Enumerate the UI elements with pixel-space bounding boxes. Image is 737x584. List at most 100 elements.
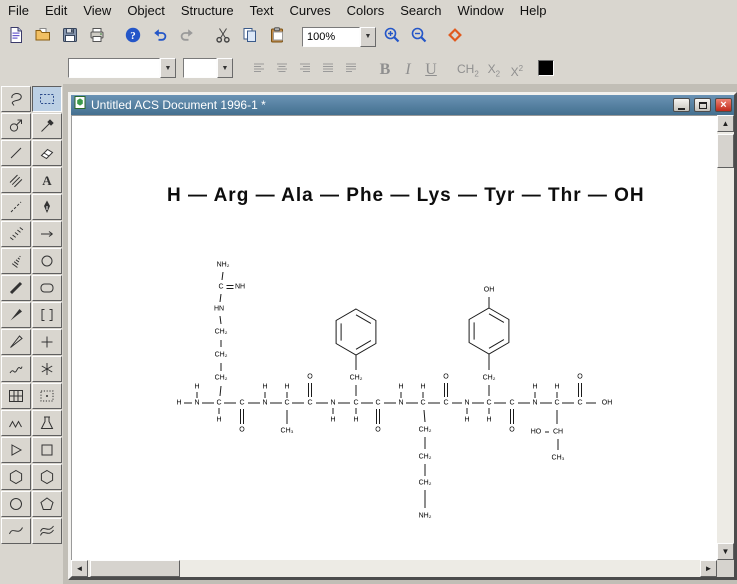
atom-label[interactable]: C: [509, 400, 514, 407]
ring-bond[interactable]: [335, 308, 377, 356]
atom-label[interactable]: O: [509, 427, 515, 434]
orbital-tool[interactable]: [32, 248, 62, 274]
paste-button[interactable]: [264, 24, 290, 50]
pencil-bond-tool[interactable]: [32, 113, 62, 139]
atom-number-tool[interactable]: [32, 383, 62, 409]
atom-label[interactable]: C: [353, 400, 358, 407]
atom-label[interactable]: H: [398, 384, 403, 391]
maximize-button[interactable]: [694, 98, 711, 112]
atom-label[interactable]: H: [262, 384, 267, 391]
undo-button[interactable]: [147, 24, 173, 50]
atom-label[interactable]: HN: [214, 306, 224, 313]
rounded-rectangle-tool[interactable]: [32, 275, 62, 301]
reaction-map-tool[interactable]: [1, 113, 31, 139]
atom-label[interactable]: H: [532, 384, 537, 391]
redo-button[interactable]: [174, 24, 200, 50]
atom-label[interactable]: HO: [531, 429, 542, 436]
atom-label[interactable]: CH₂: [215, 329, 228, 336]
plus-tool[interactable]: [32, 329, 62, 355]
print-button[interactable]: [84, 24, 110, 50]
freehand-curve-tool[interactable]: [32, 518, 62, 544]
align-full-button[interactable]: [341, 57, 361, 79]
zoom-level-combo[interactable]: 100% ▼: [302, 26, 376, 47]
atom-label[interactable]: O: [443, 374, 449, 381]
hashed-bond-tool[interactable]: [1, 221, 31, 247]
atom-label[interactable]: CH₃: [552, 455, 565, 462]
bond[interactable]: [219, 385, 222, 397]
hexagon-ring-tool[interactable]: [1, 464, 31, 490]
atom-label[interactable]: NH: [235, 284, 245, 291]
menu-file[interactable]: File: [0, 0, 37, 21]
scroll-down-button[interactable]: ▼: [717, 543, 734, 560]
lasso-tool[interactable]: [1, 86, 31, 112]
atom-label[interactable]: CH₂: [483, 375, 496, 382]
pentagon-ring-tool[interactable]: [32, 491, 62, 517]
atom-label[interactable]: H: [420, 384, 425, 391]
ring-bond[interactable]: [468, 307, 510, 355]
menu-search[interactable]: Search: [392, 0, 449, 21]
scroll-left-button[interactable]: ◄: [71, 560, 88, 577]
menu-window[interactable]: Window: [449, 0, 511, 21]
circle-tool[interactable]: [1, 491, 31, 517]
single-bond-tool[interactable]: [1, 140, 31, 166]
eraser-tool[interactable]: [32, 140, 62, 166]
bold-button[interactable]: B: [375, 57, 395, 79]
atom-label[interactable]: NH₂: [217, 262, 230, 269]
atom-label[interactable]: O: [307, 374, 313, 381]
hashed-wedge-bond-tool[interactable]: [1, 248, 31, 274]
atom-label[interactable]: H: [194, 384, 199, 391]
new-document-button[interactable]: [3, 24, 29, 50]
horizontal-scroll-thumb[interactable]: [90, 560, 180, 577]
menu-colors[interactable]: Colors: [339, 0, 393, 21]
copy-button[interactable]: [237, 24, 263, 50]
atom-label[interactable]: O: [239, 427, 245, 434]
menu-help[interactable]: Help: [512, 0, 555, 21]
atom-label[interactable]: C: [443, 400, 448, 407]
wavy-bond-tool[interactable]: [1, 356, 31, 382]
atom-label[interactable]: N: [262, 400, 267, 407]
marquee-tool[interactable]: [32, 86, 62, 112]
cut-button[interactable]: [210, 24, 236, 50]
bond[interactable]: [221, 271, 224, 281]
close-button[interactable]: ×: [715, 98, 732, 112]
hollow-wedge-bond-tool[interactable]: [1, 329, 31, 355]
atom-label[interactable]: CH: [553, 429, 563, 436]
triangle-ring-tool[interactable]: [1, 437, 31, 463]
drawing-canvas[interactable]: H — Arg — Ala — Phe — Lys — Tyr — Thr — …: [71, 115, 717, 560]
curve-tool[interactable]: [1, 518, 31, 544]
menu-structure[interactable]: Structure: [173, 0, 242, 21]
atom-label[interactable]: C: [284, 400, 289, 407]
atom-label[interactable]: CH₂: [350, 375, 363, 382]
atom-label[interactable]: H: [353, 417, 358, 424]
menu-object[interactable]: Object: [119, 0, 173, 21]
scroll-up-button[interactable]: ▲: [717, 115, 734, 132]
align-justify-button[interactable]: [318, 57, 338, 79]
open-button[interactable]: [30, 24, 56, 50]
menu-curves[interactable]: Curves: [281, 0, 338, 21]
atom-label[interactable]: H: [330, 417, 335, 424]
superscript-button[interactable]: X2: [507, 57, 527, 79]
atom-label[interactable]: N: [330, 400, 335, 407]
align-center-button[interactable]: [272, 57, 292, 79]
peptide-structure[interactable]: H N C C N C C N C C N C C N C C N C C OHHHH HH HH HH HH HOOOOOOC…: [84, 115, 714, 560]
font-size-combo[interactable]: ▼: [183, 58, 233, 78]
atom-label[interactable]: OH: [602, 400, 613, 407]
italic-button[interactable]: I: [398, 57, 418, 79]
atom-label[interactable]: H: [176, 400, 181, 407]
arrow-tool[interactable]: [32, 221, 62, 247]
atom-label[interactable]: CH₂: [419, 480, 432, 487]
chain-tool[interactable]: [1, 410, 31, 436]
atom-label[interactable]: C: [486, 400, 491, 407]
atom-label[interactable]: C: [577, 400, 582, 407]
formula-button[interactable]: CH2: [455, 57, 481, 79]
atom-label[interactable]: H: [464, 417, 469, 424]
bond[interactable]: [423, 409, 426, 423]
atom-label[interactable]: CH₂: [215, 375, 228, 382]
atom-label[interactable]: H: [554, 384, 559, 391]
template-tool[interactable]: [32, 410, 62, 436]
atom-label[interactable]: O: [375, 427, 381, 434]
atom-label[interactable]: CH₂: [419, 454, 432, 461]
bond[interactable]: [219, 315, 222, 325]
help-button[interactable]: ?: [120, 24, 146, 50]
benzene-ring-tool[interactable]: [32, 464, 62, 490]
